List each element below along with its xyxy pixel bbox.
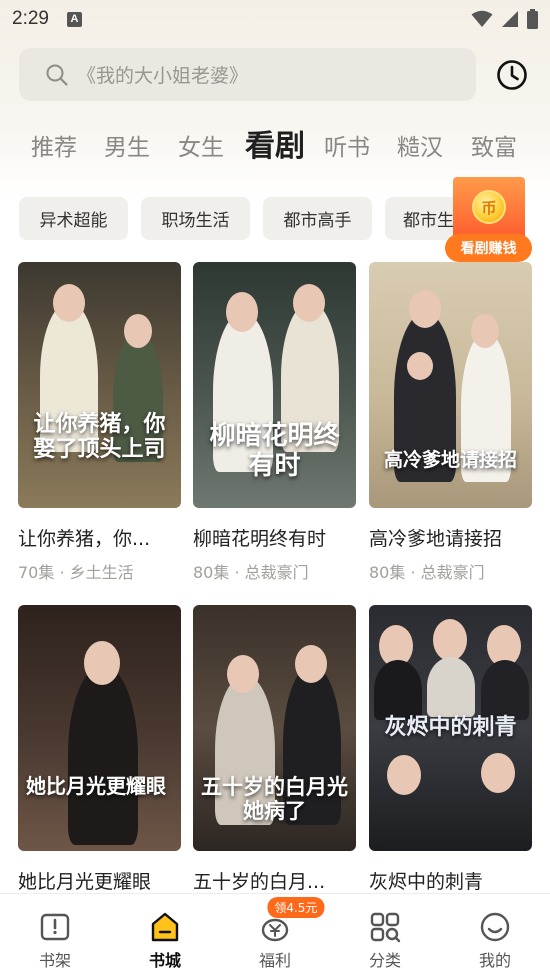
drama-poster[interactable]: 高冷爹地请接招	[369, 262, 532, 508]
poster-face	[471, 314, 499, 348]
poster-face	[293, 284, 325, 322]
drama-card[interactable]: 柳暗花明终有时 柳暗花明终有时 80集 · 总裁豪门	[193, 262, 356, 583]
drama-poster[interactable]: 让你养猪，你娶了顶头上司	[18, 262, 181, 508]
signal-icon	[502, 11, 518, 27]
wifi-icon	[471, 10, 493, 27]
poster-face	[295, 645, 327, 683]
history-clock-icon[interactable]	[495, 58, 529, 92]
drama-card[interactable]: 五十岁的白月光她病了 五十岁的白月...	[193, 605, 356, 894]
poster-face	[84, 641, 120, 685]
poster-baby-face	[407, 352, 433, 380]
poster-face	[226, 292, 258, 332]
drama-title[interactable]: 高冷爹地请接招	[369, 524, 532, 551]
tab-watch-drama[interactable]: 看剧	[245, 121, 305, 165]
search-placeholder: 《我的大小姐老婆》	[77, 65, 249, 87]
tab-audiobook[interactable]: 听书	[324, 128, 370, 162]
nav-category-label: 分类	[368, 951, 401, 970]
poster-face	[481, 753, 515, 793]
drama-meta: 80集 · 总裁豪门	[193, 563, 309, 582]
status-bar: 2:29 A	[0, 0, 550, 38]
watch-earn-label: 看剧赚钱	[445, 234, 532, 262]
search-input[interactable]: 《我的大小姐老婆》	[19, 48, 476, 101]
poster-title: 让你养猪，你娶了顶头上司	[33, 411, 166, 463]
chip-supernatural[interactable]: 异术超能	[19, 197, 128, 240]
drama-card[interactable]: 让你养猪，你娶了顶头上司 让你养猪，你... 70集 · 乡土生活	[18, 262, 181, 583]
nav-bookshelf-label: 书架	[38, 951, 71, 970]
nav-welfare-label: 福利	[258, 951, 291, 970]
drama-poster[interactable]: 柳暗花明终有时	[193, 262, 356, 508]
poster-figure	[68, 665, 138, 845]
poster-title: 高冷爹地请接招	[383, 449, 517, 471]
poster-face	[387, 755, 421, 795]
chip-urban-expert[interactable]: 都市高手	[263, 197, 372, 240]
tab-recommend[interactable]: 推荐	[31, 128, 77, 162]
drama-card[interactable]: 她比月光更耀眼 她比月光更耀眼	[18, 605, 181, 894]
notification-icon: A	[66, 11, 82, 27]
drama-title[interactable]: 她比月光更耀眼	[18, 867, 181, 894]
nav-bookstore-label: 书城	[148, 951, 181, 970]
welfare-badge: 领4.5元	[267, 897, 325, 918]
drama-poster[interactable]: 她比月光更耀眼	[18, 605, 181, 851]
bookstore-icon	[151, 912, 179, 942]
drama-title[interactable]: 五十岁的白月...	[193, 867, 356, 894]
coin-icon: 币	[472, 190, 506, 224]
nav-bookshelf[interactable]: 书架	[0, 894, 110, 979]
category-tabs: 推荐 男生 女生 看剧 听书 糙汉 致富	[0, 118, 550, 168]
nav-profile-label: 我的	[478, 951, 511, 970]
tab-rough-man[interactable]: 糙汉	[397, 128, 443, 162]
poster-figure	[427, 657, 475, 717]
bottom-navigation: 书架 书城 领4.5元 福利 分类 我的	[0, 893, 550, 979]
poster-figure	[374, 660, 422, 720]
drama-poster[interactable]: 灰烬中的刺青	[369, 605, 532, 851]
nav-profile[interactable]: 我的	[440, 894, 550, 979]
nav-bookstore[interactable]: 书城	[110, 894, 220, 979]
poster-figure	[481, 660, 529, 720]
poster-face	[433, 619, 467, 661]
chip-workplace[interactable]: 职场生活	[141, 197, 250, 240]
drama-card[interactable]: 灰烬中的刺青 灰烬中的刺青	[369, 605, 532, 894]
drama-meta: 80集 · 总裁豪门	[369, 563, 485, 582]
nav-category[interactable]: 分类	[330, 894, 440, 979]
drama-card[interactable]: 高冷爹地请接招 高冷爹地请接招 80集 · 总裁豪门	[369, 262, 532, 583]
status-time: 2:29	[12, 8, 49, 29]
battery-icon	[527, 9, 538, 29]
tab-get-rich[interactable]: 致富	[471, 128, 517, 162]
poster-title: 她比月光更耀眼	[26, 774, 166, 798]
drama-meta: 70集 · 乡土生活	[18, 563, 134, 582]
poster-title: 柳暗花明终有时	[209, 421, 340, 481]
poster-face	[53, 284, 85, 322]
poster-title: 灰烬中的刺青	[384, 714, 517, 740]
drama-title[interactable]: 让你养猪，你...	[18, 524, 181, 551]
drama-title[interactable]: 柳暗花明终有时	[193, 524, 356, 551]
poster-face	[227, 655, 259, 693]
search-icon	[46, 64, 68, 86]
category-icon	[370, 912, 401, 943]
poster-face	[124, 314, 152, 348]
drama-poster[interactable]: 五十岁的白月光她病了	[193, 605, 356, 851]
nav-welfare[interactable]: 领4.5元 福利	[220, 894, 330, 979]
bookshelf-icon	[40, 913, 70, 941]
drama-title[interactable]: 灰烬中的刺青	[369, 867, 532, 894]
poster-title: 五十岁的白月光她病了	[201, 774, 348, 824]
tab-female[interactable]: 女生	[178, 128, 224, 162]
status-indicators	[471, 9, 538, 29]
tab-male[interactable]: 男生	[104, 128, 150, 162]
watch-earn-button[interactable]: 币 看剧赚钱	[445, 177, 532, 263]
profile-icon	[480, 912, 510, 942]
poster-face	[409, 290, 441, 328]
